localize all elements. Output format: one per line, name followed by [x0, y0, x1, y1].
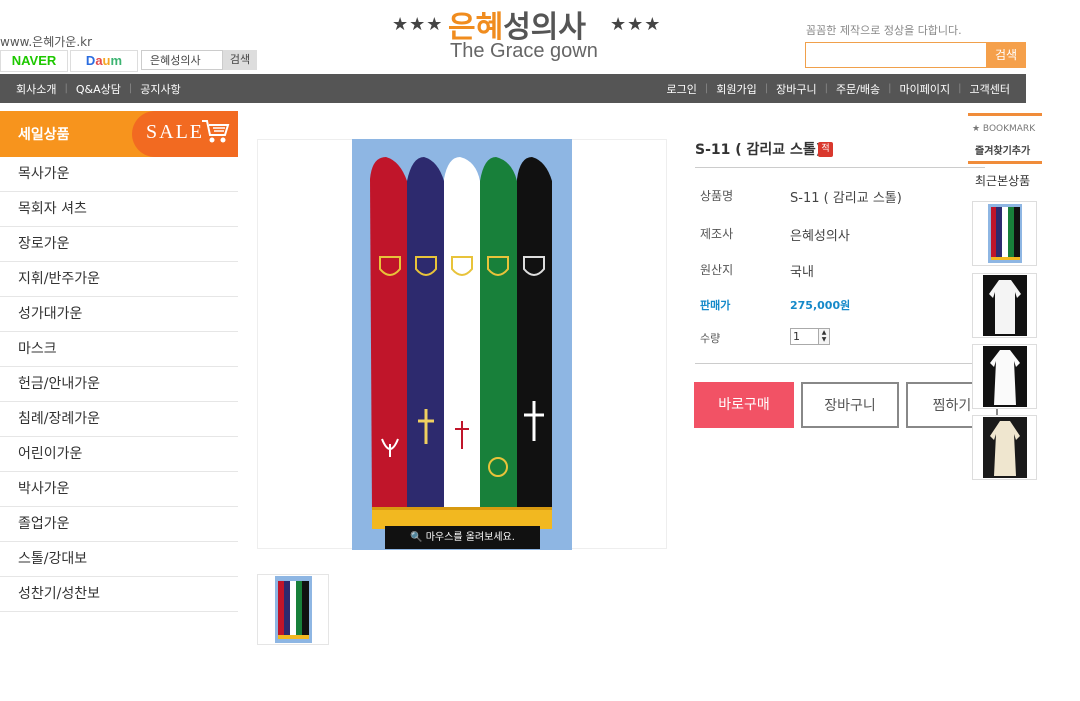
- price-label: 판매가: [700, 299, 731, 312]
- naver-link[interactable]: NAVER: [0, 50, 68, 72]
- category-item[interactable]: 목회자 셔츠: [0, 192, 238, 227]
- nav-login[interactable]: 로그인: [659, 81, 705, 97]
- recent-product-item[interactable]: [972, 201, 1037, 266]
- zoom-hint: 🔍 마우스를 올려보세요.: [385, 526, 540, 549]
- point-badge: 적: [818, 142, 833, 157]
- portal-search-button[interactable]: 검색: [223, 50, 257, 70]
- category-item[interactable]: 지휘/반주가운: [0, 262, 238, 297]
- nav-cart[interactable]: 장바구니: [768, 81, 824, 97]
- divider: [695, 363, 985, 364]
- product-thumbnail[interactable]: [275, 576, 312, 643]
- top-navbar: 회사소개 | Q&A상담 | 공지사항 로그인 | 회원가입 | 장바구니 | 주문/배송…: [0, 74, 1026, 103]
- quantity-stepper[interactable]: ▲ ▼: [818, 328, 830, 345]
- origin-label: 원산지: [700, 263, 734, 277]
- recent-product-item[interactable]: [972, 415, 1037, 480]
- nav-left: 회사소개 | Q&A상담 | 공지사항: [8, 74, 189, 103]
- add-to-cart-button[interactable]: 장바구니: [801, 382, 899, 428]
- product-main-image[interactable]: [352, 139, 572, 550]
- name-value: S-11 ( 감리교 스톨): [790, 191, 902, 206]
- sale-badge-text: SALE: [146, 121, 204, 143]
- category-item[interactable]: 마스크: [0, 332, 238, 367]
- recent-product-image: [983, 275, 1027, 336]
- recent-product-item[interactable]: [972, 273, 1037, 338]
- category-item[interactable]: 졸업가운: [0, 507, 238, 542]
- divider: [695, 167, 985, 168]
- search-button[interactable]: 검색: [986, 42, 1026, 68]
- maker-value: 은혜성의사: [790, 229, 850, 244]
- daum-link[interactable]: Daum: [70, 50, 138, 72]
- origin-value: 국내: [790, 265, 814, 280]
- nav-order[interactable]: 주문/배송: [828, 81, 888, 97]
- magnifier-icon: 🔍: [410, 532, 426, 543]
- logo-english: The Grace gown: [450, 40, 598, 62]
- category-list: 목사가운 목회자 셔츠 장로가운 지휘/반주가운 성가대가운 마스크 헌금/안내…: [0, 157, 238, 612]
- shopping-cart-icon: [202, 120, 230, 143]
- tagline: 꼼꼼한 제작으로 정상을 다합니다.: [806, 24, 962, 37]
- name-label: 상품명: [700, 189, 734, 203]
- search-input[interactable]: [805, 42, 987, 68]
- product-title: S-11 ( 감리교 스톨): [695, 142, 823, 158]
- sale-label: 세일상품: [18, 127, 70, 143]
- bookmark-title: ★ BOOKMARK: [972, 124, 1036, 134]
- portal-search-input[interactable]: 은혜성의사: [141, 50, 223, 70]
- category-item[interactable]: 박사가운: [0, 472, 238, 507]
- nav-support[interactable]: 고객센터: [962, 81, 1018, 97]
- category-item[interactable]: 스톨/강대보: [0, 542, 238, 577]
- bookmark-add-link[interactable]: 즐겨찾기추가: [975, 142, 1030, 157]
- category-item[interactable]: 장로가운: [0, 227, 238, 262]
- buy-now-button[interactable]: 바로구매: [694, 382, 794, 428]
- category-item[interactable]: 성가대가운: [0, 297, 238, 332]
- maker-label: 제조사: [700, 227, 734, 241]
- category-item[interactable]: 목사가운: [0, 157, 238, 192]
- category-item[interactable]: 헌금/안내가운: [0, 367, 238, 402]
- category-item[interactable]: 성찬기/성찬보: [0, 577, 238, 612]
- recent-product-image: [988, 204, 1022, 263]
- nav-qa[interactable]: Q&A상담: [68, 81, 129, 97]
- bookmark-border-bottom: [968, 161, 1042, 164]
- nav-right: 로그인 | 회원가입 | 장바구니 | 주문/배송 | 마이페이지 | 고객센터: [659, 74, 1019, 103]
- recent-product-image: [983, 346, 1027, 407]
- nav-notice[interactable]: 공지사항: [132, 81, 188, 97]
- recent-product-image: [983, 417, 1027, 478]
- price-value: 275,000원: [790, 299, 851, 312]
- logo-stars-left: ★★★: [392, 14, 444, 35]
- qty-label: 수량: [700, 332, 721, 345]
- site-url: www.은혜가운.kr: [0, 35, 93, 49]
- nav-join[interactable]: 회원가입: [708, 81, 764, 97]
- recent-products-title: 최근본상품: [975, 174, 1031, 188]
- nav-company[interactable]: 회사소개: [8, 81, 64, 97]
- category-item[interactable]: 어린이가운: [0, 437, 238, 472]
- nav-mypage[interactable]: 마이페이지: [892, 81, 959, 97]
- recent-product-item[interactable]: [972, 344, 1037, 409]
- category-item[interactable]: 침례/장례가운: [0, 402, 238, 437]
- logo-stars-right: ★★★: [610, 14, 662, 35]
